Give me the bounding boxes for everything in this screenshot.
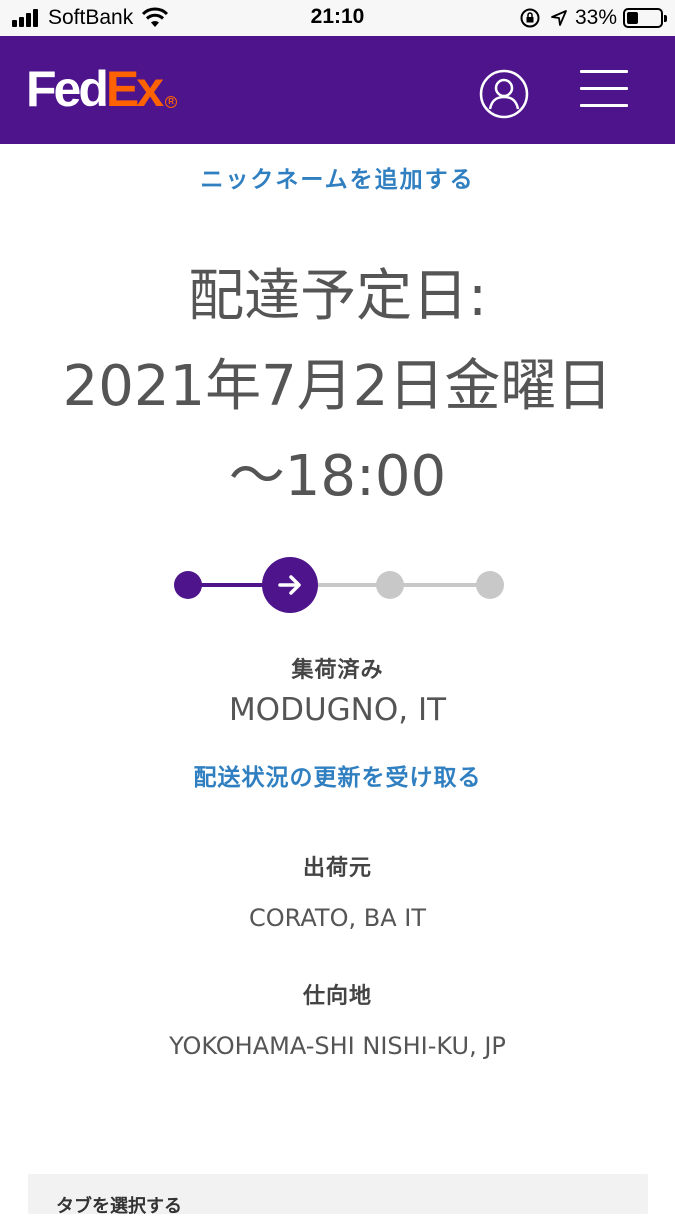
delivery-heading: 配達予定日: 2021年7月2日金曜日 〜18:00	[0, 252, 675, 522]
shipment-status: 集荷済み	[291, 658, 384, 683]
get-updates-link[interactable]: 配送状況の更新を受け取る	[0, 758, 675, 792]
registered-mark: R	[165, 96, 178, 108]
delivery-label: 配達予定日:	[188, 264, 487, 329]
progress-step-current	[262, 557, 318, 613]
orientation-lock-icon	[520, 8, 540, 28]
status-bar: SoftBank 21:10 33%	[0, 0, 675, 36]
destination-value: YOKOHAMA-SHI NISHI-KU, JP	[169, 1032, 506, 1060]
battery-icon	[623, 8, 667, 28]
tab-select[interactable]: タブを選択する	[28, 1174, 648, 1217]
progress-step-1	[174, 571, 202, 599]
status-location: MODUGNO, IT	[228, 692, 447, 728]
origin-label: 出荷元	[302, 856, 372, 881]
logo-ex: Ex	[105, 61, 164, 117]
battery-percent: 33%	[574, 6, 617, 29]
fedex-logo[interactable]: FedEx R	[26, 61, 178, 117]
arrow-right-icon	[278, 575, 301, 595]
progress-tracker	[0, 550, 675, 620]
status-right: 33%	[519, 5, 667, 31]
site-header: FedEx R	[0, 36, 675, 144]
destination-label: 仕向地	[302, 984, 372, 1009]
delivery-time: 〜18:00	[228, 444, 447, 509]
delivery-date: 2021年7月2日金曜日	[62, 354, 613, 419]
location-icon	[551, 10, 567, 26]
add-nickname-link[interactable]: ニックネームを追加する	[0, 160, 675, 194]
menu-icon[interactable]	[580, 70, 628, 110]
account-icon[interactable]	[478, 68, 530, 120]
progress-step-3	[376, 571, 404, 599]
progress-step-4	[476, 571, 504, 599]
logo-fed: Fed	[26, 61, 109, 117]
origin-value: CORATO, BA IT	[249, 904, 426, 932]
battery-fill	[627, 12, 638, 24]
tab-select-label: タブを選択する	[56, 1196, 182, 1217]
